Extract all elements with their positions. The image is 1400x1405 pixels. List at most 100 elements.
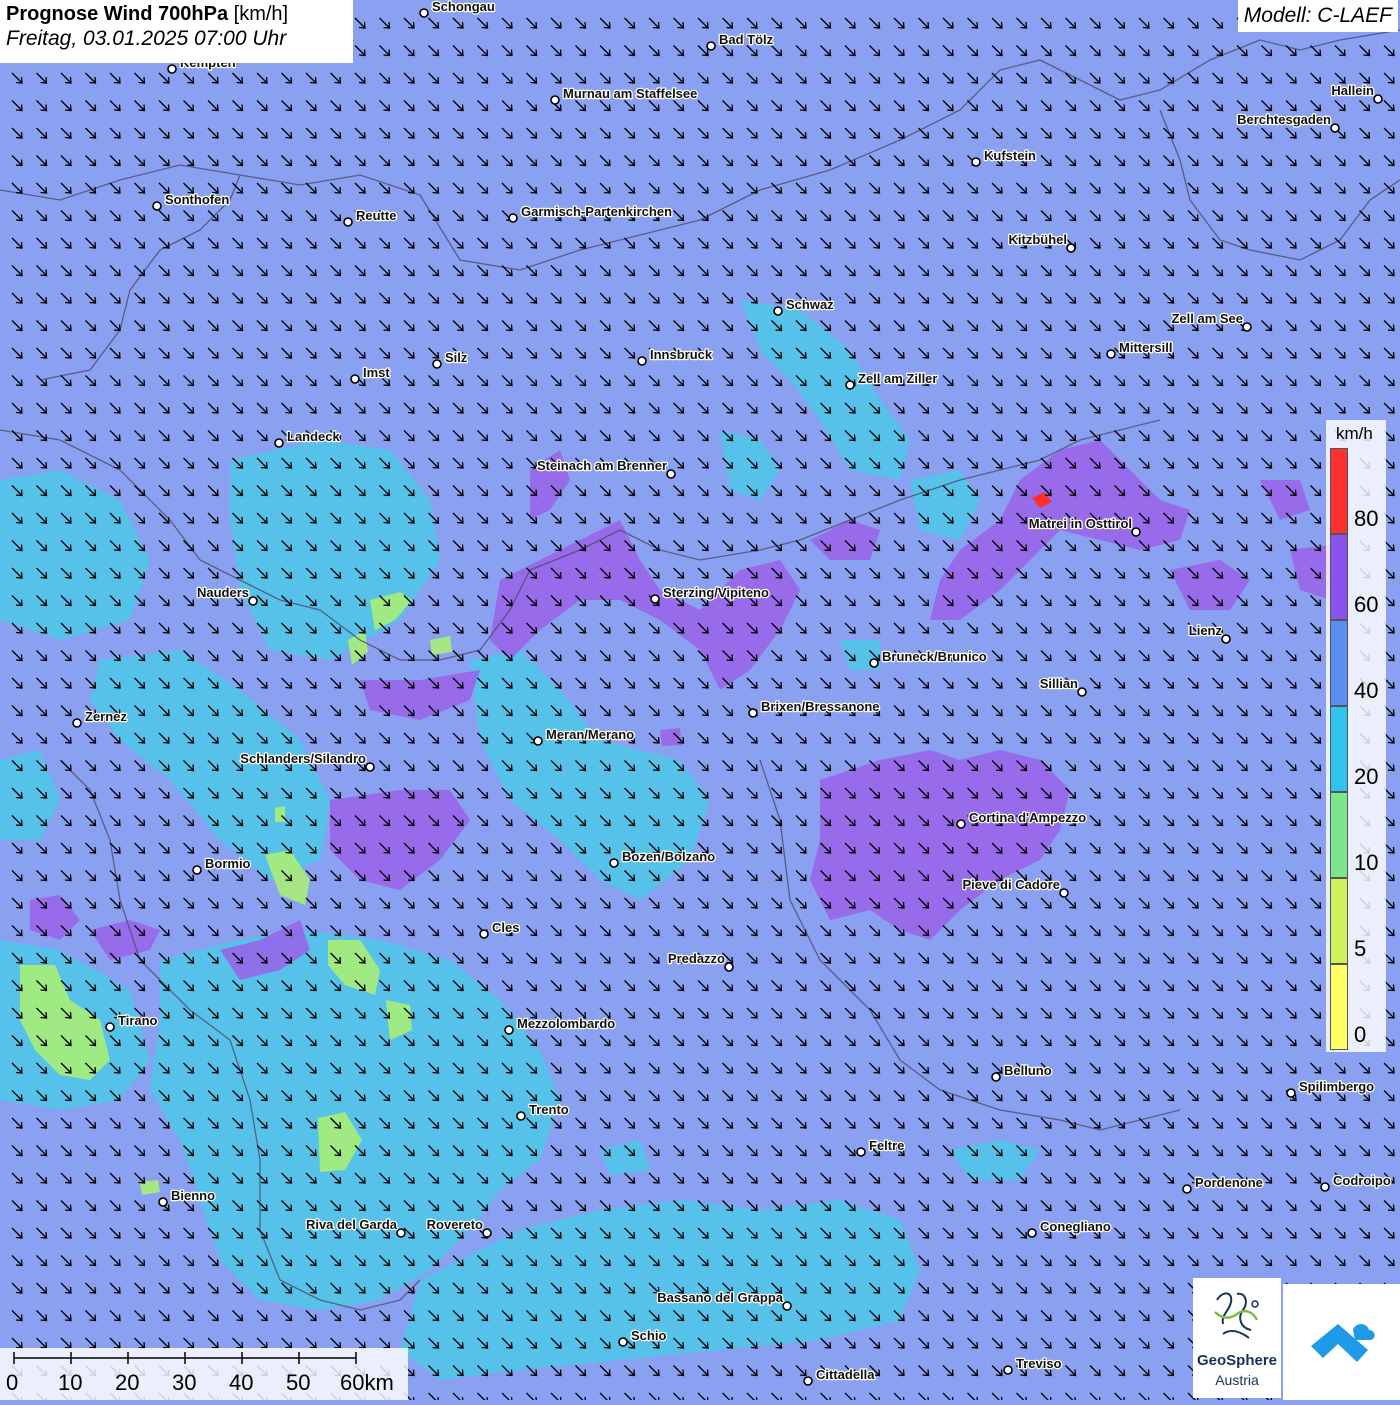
city-label: Imst (363, 365, 390, 380)
city-marker (248, 596, 258, 606)
legend-unit: km/h (1336, 424, 1373, 443)
city-marker (773, 306, 783, 316)
city-marker (508, 213, 518, 223)
geosphere-emblem-icon (1214, 1292, 1259, 1339)
city-label: Sonthofen (165, 192, 229, 207)
city-label: Brixen/Bressanone (761, 699, 880, 714)
city-label: Steinach am Brenner (537, 458, 667, 473)
city-label: Treviso (1016, 1356, 1062, 1371)
city-label: Predazzo (668, 951, 725, 966)
city-label: Schio (631, 1328, 666, 1343)
city-label: Murnau am Staffelsee (563, 86, 697, 101)
city-label: Trento (529, 1102, 569, 1117)
city-marker (550, 95, 560, 105)
scale-label-60: 60km (340, 1370, 394, 1395)
legend-tick-label: 20 (1354, 764, 1379, 789)
city-marker (1059, 888, 1069, 898)
city-label: Kufstein (984, 148, 1036, 163)
city-marker (350, 374, 360, 384)
scale-label-0: 0 (6, 1370, 19, 1395)
city-label: Pieve di Cadore (962, 877, 1060, 892)
city-marker (192, 865, 202, 875)
city-marker (274, 438, 284, 448)
city-marker (856, 1147, 866, 1157)
city-marker (956, 819, 966, 829)
city-label: Schongau (432, 0, 495, 14)
city-marker (748, 708, 758, 718)
city-marker (167, 64, 177, 74)
legend-tick-label: 60 (1354, 592, 1379, 617)
app-logo[interactable] (1283, 1284, 1400, 1400)
legend-tick-label: 10 (1354, 850, 1379, 875)
city-marker (1320, 1182, 1330, 1192)
city-marker (516, 1111, 526, 1121)
city-label: Schlanders/Silandro (240, 751, 366, 766)
city-label: Bormio (205, 856, 251, 871)
legend-tick-label: 40 (1354, 678, 1379, 703)
city-label: Conegliano (1040, 1219, 1111, 1234)
city-label: Zell am See (1171, 311, 1243, 326)
city-label: Bad Tölz (719, 32, 774, 47)
city-label: Reutte (356, 208, 396, 223)
city-label: Rovereto (427, 1217, 483, 1232)
city-marker (1242, 322, 1252, 332)
city-label: Sterzing/Vipiteno (663, 585, 769, 600)
city-label: Innsbruck (650, 347, 713, 362)
city-marker (991, 1072, 1001, 1082)
scale-label-30: 30 (172, 1370, 197, 1395)
city-marker (1003, 1365, 1013, 1375)
city-marker (105, 1022, 115, 1032)
map-unit: [km/h] (233, 3, 289, 25)
city-label: Garmisch-Partenkirchen (521, 204, 672, 219)
city-label: Riva del Garda (306, 1217, 398, 1232)
city-label: Nauders (197, 585, 249, 600)
geosphere-logo[interactable]: GeoSphere Austria (1193, 1278, 1281, 1398)
legend-swatch (1330, 534, 1348, 620)
city-label: Bassano del Grappa (657, 1290, 783, 1305)
city-marker (533, 736, 543, 746)
city-label: Bienno (171, 1188, 215, 1203)
city-label: Pordenone (1195, 1175, 1263, 1190)
city-marker (482, 1228, 492, 1238)
city-label: Tirano (118, 1013, 158, 1028)
city-marker (609, 858, 619, 868)
city-marker (1066, 243, 1076, 253)
city-marker (971, 157, 981, 167)
city-marker (1286, 1088, 1296, 1098)
city-label: Matrei in Osttirol (1029, 516, 1132, 531)
city-marker (803, 1376, 813, 1386)
city-label: Bruneck/Brunico (882, 649, 987, 664)
model-label: Modell: C-LAEF (1237, 0, 1398, 32)
city-marker (706, 41, 716, 51)
city-label: Berchtesgaden (1237, 112, 1331, 127)
city-marker (432, 359, 442, 369)
city-marker (365, 762, 375, 772)
legend-swatch (1330, 792, 1348, 878)
city-label: Feltre (869, 1138, 904, 1153)
city-marker (158, 1197, 168, 1207)
legend-tick-label: 0 (1354, 1022, 1367, 1047)
city-marker (1330, 123, 1340, 133)
legend-tick-label: 80 (1354, 506, 1379, 531)
city-label: Mittersill (1119, 340, 1172, 355)
city-label: Hallein (1331, 83, 1374, 98)
scale-label-10: 10 (58, 1370, 83, 1395)
city-label: Zell am Ziller (858, 371, 937, 386)
city-label: Sillian (1040, 676, 1078, 691)
legend-swatch (1330, 706, 1348, 792)
city-marker (618, 1337, 628, 1347)
city-marker (72, 718, 82, 728)
legend-swatch (1330, 878, 1348, 964)
geosphere-country: Austria (1215, 1372, 1259, 1388)
city-label: Silz (445, 350, 468, 365)
city-marker (343, 217, 353, 227)
city-marker (152, 201, 162, 211)
map-datetime: Freitag, 03.01.2025 07:00 Uhr (6, 27, 287, 50)
legend-swatch (1330, 448, 1348, 534)
city-label: Landeck (287, 429, 341, 444)
city-marker (724, 962, 734, 972)
scale-bar: 0 10 20 30 40 50 60km (0, 1348, 408, 1400)
city-marker (419, 8, 429, 18)
city-marker (869, 658, 879, 668)
city-label: Spilimbergo (1299, 1079, 1374, 1094)
